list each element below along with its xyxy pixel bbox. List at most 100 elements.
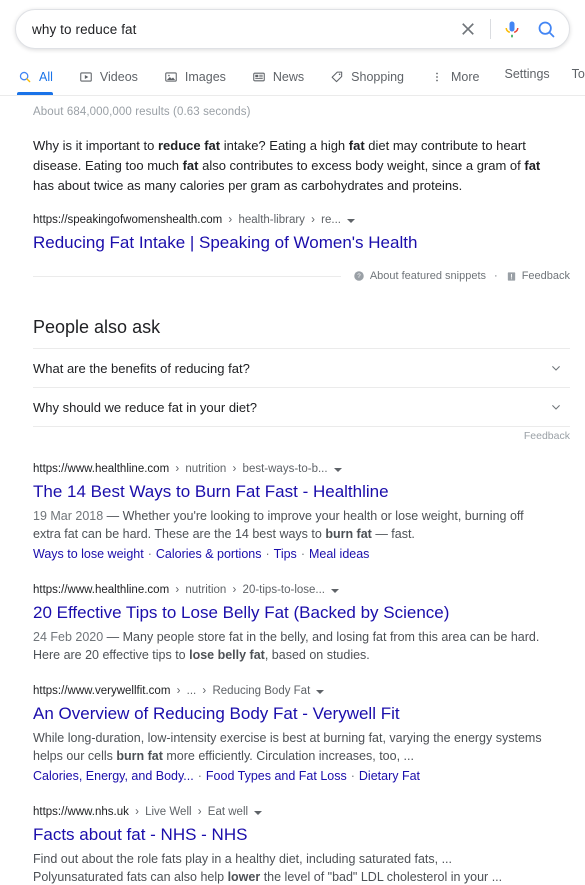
about-featured-snippets-row: ? About featured snippets · Feedback	[33, 267, 570, 285]
more-vertical-icon	[429, 69, 445, 85]
search-result: https://www.healthline.com › nutrition ›…	[33, 582, 570, 664]
nav-right-actions: Settings Tools	[504, 62, 585, 81]
featured-snippet-url-row: https://speakingofwomenshealth.com › hea…	[33, 212, 570, 228]
result-url[interactable]: https://speakingofwomenshealth.com › hea…	[33, 212, 355, 228]
search-result: https://www.nhs.uk › Live Well › Eat wel…	[33, 804, 570, 885]
search-result: https://www.healthline.com › nutrition ›…	[33, 461, 570, 563]
search-icon	[17, 69, 33, 85]
caret-down-icon[interactable]	[333, 468, 342, 472]
close-icon[interactable]	[457, 18, 479, 40]
people-also-ask-heading: People also ask	[33, 317, 161, 337]
breadcrumb-item: re...	[321, 214, 341, 226]
people-also-ask: People also ask What are the benefits of…	[33, 315, 570, 442]
about-featured-snippets-label: About featured snippets	[369, 270, 487, 282]
featured-snippet-text: Why is it important to reduce fat intake…	[33, 138, 541, 193]
caret-down-icon[interactable]	[331, 589, 339, 593]
tab-shopping[interactable]: Shopping	[329, 62, 417, 92]
people-also-ask-question: Why should we reduce fat in your diet?	[33, 399, 258, 415]
tab-all-label: All	[39, 70, 53, 84]
settings-button[interactable]: Settings	[504, 67, 549, 81]
feedback-link[interactable]: Feedback	[506, 270, 570, 282]
tab-more-label: More	[451, 70, 480, 84]
result-title[interactable]: An Overview of Reducing Body Fat - Veryw…	[33, 702, 400, 726]
tab-news[interactable]: News	[251, 62, 317, 92]
breadcrumb-separator: ›	[131, 806, 143, 818]
tab-more[interactable]: More	[429, 62, 492, 92]
sitelink[interactable]: Meal ideas	[309, 547, 369, 561]
result-url-row: https://www.healthline.com › nutrition ›…	[33, 582, 570, 598]
sitelink[interactable]: Calories, Energy, and Body...	[33, 769, 194, 783]
result-title[interactable]: Facts about fat - NHS - NHS	[33, 823, 247, 847]
result-url[interactable]: https://www.verywellfit.com › ... › Redu…	[33, 683, 325, 699]
about-featured-snippets-link[interactable]: ? About featured snippets	[353, 270, 486, 282]
tab-images-label: Images	[184, 70, 226, 84]
help-circle-icon: ?	[353, 270, 365, 282]
people-also-ask-item[interactable]: Why should we reduce fat in your diet?	[33, 387, 570, 426]
breadcrumb-separator: ›	[225, 214, 236, 226]
breadcrumb-item: Reducing Body Fat	[212, 685, 311, 697]
result-url[interactable]: https://www.nhs.uk › Live Well › Eat wel…	[33, 804, 263, 820]
chevron-down-icon[interactable]	[548, 360, 564, 376]
breadcrumb-separator: ›	[194, 806, 205, 818]
search-box[interactable]: why to reduce fat	[15, 9, 570, 49]
search-input[interactable]: why to reduce fat	[32, 22, 457, 37]
breadcrumb-item: 20-tips-to-lose...	[242, 584, 325, 596]
tab-shopping-label: Shopping	[351, 70, 404, 84]
search-nav: All Videos Images News Shopping More Set…	[0, 62, 585, 96]
sitelink[interactable]: Tips	[274, 547, 297, 561]
sitelink[interactable]: Food Types and Fat Loss	[206, 769, 347, 783]
tab-all[interactable]: All	[15, 62, 66, 95]
breadcrumb-item: Eat well	[207, 806, 249, 818]
tab-news-label: News	[272, 70, 305, 84]
result-url[interactable]: https://www.healthline.com › nutrition ›…	[33, 461, 342, 477]
microphone-icon[interactable]	[502, 18, 522, 40]
nav-divider	[0, 95, 585, 96]
people-also-ask-item[interactable]: What are the benefits of reducing fat?	[33, 348, 570, 387]
featured-snippet-title[interactable]: Reducing Fat Intake | Speaking of Women'…	[33, 231, 417, 255]
result-title[interactable]: The 14 Best Ways to Burn Fat Fast - Heal…	[33, 480, 389, 504]
result-url-row: https://www.verywellfit.com › ... › Redu…	[33, 683, 570, 699]
tab-videos-label: Videos	[99, 70, 138, 84]
paa-feedback-link[interactable]: Feedback	[524, 430, 570, 442]
results-count: About 684,000,000 results (0.63 seconds)	[33, 106, 251, 118]
image-icon	[163, 69, 179, 85]
divider	[33, 275, 341, 277]
sitelink-separator: ·	[197, 769, 202, 783]
breadcrumb-separator: ›	[307, 214, 319, 226]
result-sitelinks: Calories, Energy, and Body... · Food Types…	[33, 767, 570, 785]
result-title[interactable]: 20 Effective Tips to Lose Belly Fat (Bac…	[33, 601, 449, 625]
tab-images[interactable]: Images	[163, 62, 239, 92]
sitelink[interactable]: Ways to lose weight	[33, 547, 144, 561]
result-snippet: 19 Mar 2018 — Whether you're looking to …	[33, 509, 524, 541]
breadcrumb-separator: ›	[199, 685, 210, 697]
featured-snippet: Why is it important to reduce fat intake…	[33, 136, 570, 285]
result-snippet: 24 Feb 2020 — Many people store fat in t…	[33, 630, 540, 662]
caret-down-icon[interactable]	[346, 219, 355, 223]
breadcrumb-item: ...	[186, 685, 197, 697]
caret-down-icon[interactable]	[316, 690, 325, 694]
tools-button[interactable]: Tools	[572, 67, 585, 81]
svg-text:?: ?	[357, 273, 361, 280]
people-also-ask-question: What are the benefits of reducing fat?	[33, 360, 250, 376]
breadcrumb-item: Live Well	[145, 806, 192, 818]
featured-snippet-result: https://speakingofwomenshealth.com › hea…	[33, 212, 570, 255]
sitelink[interactable]: Dietary Fat	[359, 769, 420, 783]
caret-down-icon[interactable]	[254, 811, 263, 815]
news-icon	[251, 69, 267, 85]
breadcrumb-separator: ›	[173, 685, 184, 697]
video-icon	[78, 69, 94, 85]
sitelink[interactable]: Calories & portions	[156, 547, 262, 561]
sitelink-separator: ·	[300, 547, 305, 561]
flag-icon	[506, 271, 517, 282]
result-date: 24 Feb 2020	[33, 630, 104, 644]
tab-videos[interactable]: Videos	[78, 62, 151, 92]
sitelink-separator: ·	[265, 547, 270, 561]
breadcrumb-separator: ›	[229, 463, 240, 475]
breadcrumb-separator: ›	[229, 584, 240, 596]
result-url-row: https://www.nhs.uk › Live Well › Eat wel…	[33, 804, 570, 820]
breadcrumb-item: nutrition	[185, 463, 227, 475]
chevron-down-icon[interactable]	[548, 399, 564, 415]
breadcrumb-item: best-ways-to-b...	[242, 463, 328, 475]
result-url[interactable]: https://www.healthline.com › nutrition ›…	[33, 582, 339, 598]
search-icon[interactable]	[535, 18, 557, 40]
